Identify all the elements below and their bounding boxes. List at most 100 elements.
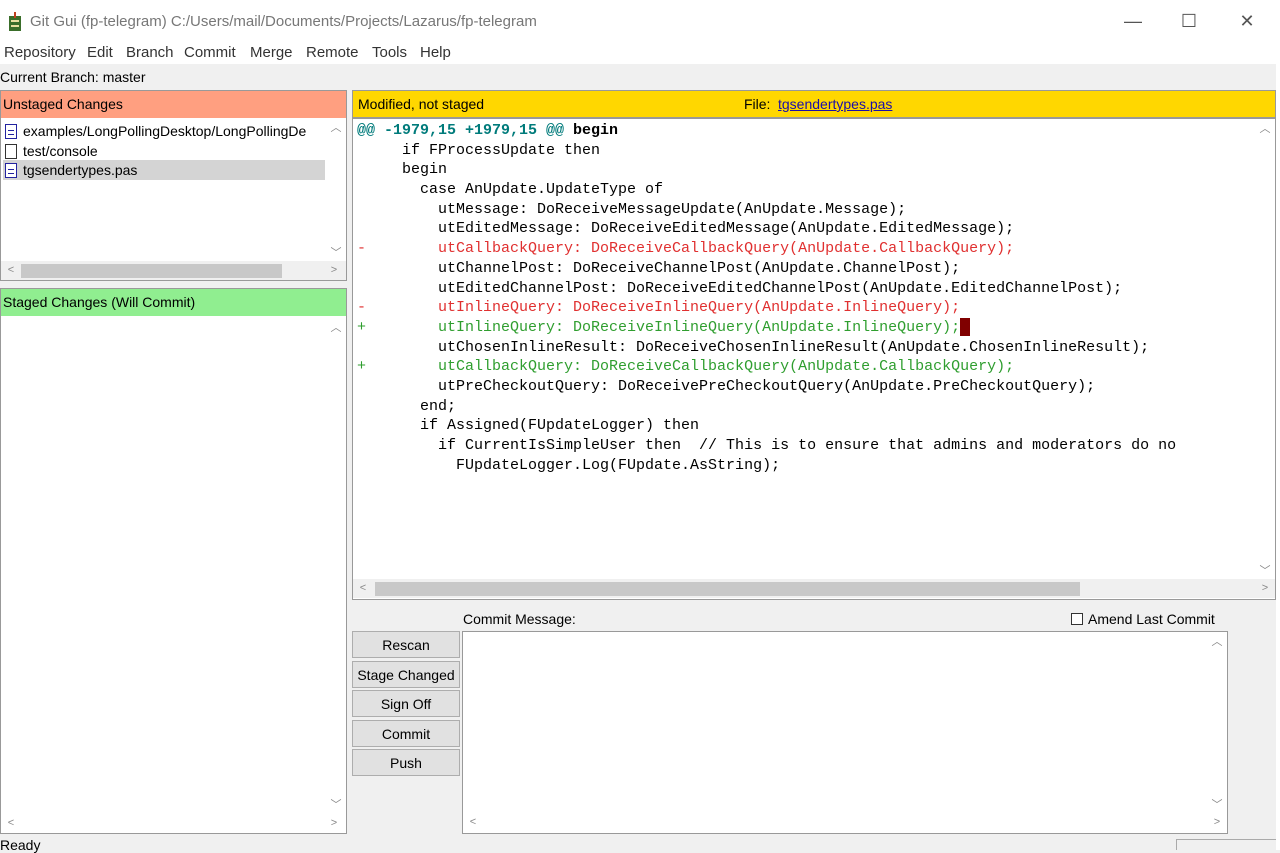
diff-line-code: begin [357,160,447,180]
diff-line-code: utCallbackQuery: DoReceiveCallbackQuery(… [357,239,1014,259]
unstaged-file-item[interactable]: examples/LongPollingDesktop/LongPollingD… [3,121,325,141]
scrollbar-thumb[interactable] [375,582,1080,596]
diff-line-text: utChannelPost: DoReceiveChannelPost(AnUp… [357,259,961,277]
scroll-up-icon[interactable]: ︿ [1255,119,1275,137]
scroll-left-icon[interactable]: < [1,814,21,832]
git-gui-app-icon [9,12,21,31]
diff-line-code: utInlineQuery: DoReceiveInlineQuery(AnUp… [357,317,971,338]
menu-merge[interactable]: Merge [250,44,293,61]
scroll-right-icon[interactable]: > [1207,813,1227,831]
diff-added-line: + utInlineQuery: DoReceiveInlineQuery(An… [357,317,1255,338]
resize-grip[interactable] [1176,839,1276,850]
diff-line-text: if CurrentIsSimpleUser then // This is t… [357,437,1177,454]
scroll-down-icon[interactable]: ﹀ [326,795,346,813]
amend-label: Amend Last Commit [1088,611,1215,627]
scroll-right-icon[interactable]: > [1255,579,1275,597]
modified-file-icon[interactable] [5,162,17,178]
diff-line-code: utEditedMessage: DoReceiveEditedMessage(… [357,219,1014,239]
close-icon[interactable]: ✕ [1224,6,1270,36]
diff-line-code: if Assigned(FUpdateLogger) then [357,416,699,436]
unstaged-vertical-scrollbar[interactable]: ︿ ﹀ [326,118,346,261]
menu-commit[interactable]: Commit [184,44,236,61]
diff-context-line: end; [357,397,1255,417]
diff-lines: @@ -1979,15 +1979,15 @@ begin if FProces… [357,121,1255,579]
menu-tools[interactable]: Tools [372,44,407,61]
sign-off-button[interactable]: Sign Off [352,690,460,717]
diff-added-line: + utCallbackQuery: DoReceiveCallbackQuer… [357,357,1255,377]
diff-horizontal-scrollbar[interactable]: < > [353,579,1275,598]
unstaged-horizontal-scrollbar[interactable]: < > [1,261,346,280]
minimize-icon[interactable]: — [1110,6,1156,36]
diff-line-code: case AnUpdate.UpdateType of [357,180,663,200]
diff-file-link[interactable]: tgsendertypes.pas [778,96,892,112]
diff-line-text: begin [357,161,448,179]
file-name: tgsendertypes.pas [23,162,138,178]
diff-view[interactable]: @@ -1979,15 +1979,15 @@ begin if FProces… [352,118,1276,600]
menu-repository[interactable]: Repository [4,44,76,61]
menu-remote[interactable]: Remote [306,44,359,61]
diff-context-line: utEditedChannelPost: DoReceiveEditedChan… [357,279,1255,299]
menu-bar: Repository Edit Branch Commit Merge Remo… [0,42,1280,64]
stage-changed-button[interactable]: Stage Changed [352,661,460,688]
unstaged-file-item-selected[interactable]: tgsendertypes.pas [3,160,325,180]
diff-line-code: utInlineQuery: DoReceiveInlineQuery(AnUp… [357,298,960,318]
menu-edit[interactable]: Edit [87,44,113,61]
file-name: examples/LongPollingDesktop/LongPollingD… [23,123,307,139]
scroll-left-icon[interactable]: < [353,579,373,597]
diff-line-text: if FProcessUpdate then [357,141,601,159]
scroll-up-icon[interactable]: ︿ [326,118,346,136]
scroll-up-icon[interactable]: ︿ [1207,632,1227,650]
diff-line-code: utMessage: DoReceiveMessageUpdate(AnUpda… [357,200,906,220]
staged-changes-pane: Staged Changes (Will Commit) ︿ ﹀ < > [0,288,347,834]
rescan-button[interactable]: Rescan [352,631,460,658]
diff-vertical-scrollbar[interactable]: ︿ ﹀ [1255,119,1275,579]
menu-help[interactable]: Help [420,44,451,61]
commit-message-input[interactable]: ︿ ﹀ < > [462,631,1228,834]
text-cursor [960,317,971,336]
commit-vertical-scrollbar[interactable]: ︿ ﹀ [1207,632,1227,813]
push-button[interactable]: Push [352,749,460,776]
diff-line-text: @@ -1979,15 +1979,15 @@ [357,122,574,139]
diff-line-text: utInlineQuery: DoReceiveInlineQuery(AnUp… [357,299,961,317]
scroll-down-icon[interactable]: ﹀ [1255,561,1275,579]
diff-header: Modified, not staged File: tgsendertypes… [352,90,1276,118]
commit-horizontal-scrollbar[interactable]: < > [463,813,1227,832]
staged-vertical-scrollbar[interactable]: ︿ ﹀ [326,318,346,813]
diff-context-line: if FProcessUpdate then [357,141,1255,161]
git-gui-window: Git Gui (fp-telegram) C:/Users/mail/Docu… [0,0,1280,852]
diff-line-code: utChosenInlineResult: DoReceiveChosenInl… [357,338,1149,358]
title-bar[interactable]: Git Gui (fp-telegram) C:/Users/mail/Docu… [0,0,1280,42]
commit-button[interactable]: Commit [352,720,460,747]
checkbox-icon[interactable] [1071,613,1083,625]
diff-context-line: utEditedMessage: DoReceiveEditedMessage(… [357,219,1255,239]
scroll-right-icon[interactable]: > [324,261,344,279]
status-bar: Ready [0,838,1280,852]
scroll-down-icon[interactable]: ﹀ [1207,795,1227,813]
scroll-left-icon[interactable]: < [463,813,483,831]
scrollbar-thumb[interactable] [21,264,282,278]
scroll-up-icon[interactable]: ︿ [326,318,346,336]
current-branch-label: Current Branch: master [0,69,146,85]
diff-line-code: @@ -1979,15 +1979,15 @@ begin [357,121,618,141]
diff-hunk-header: @@ -1979,15 +1979,15 @@ begin [357,121,1255,141]
amend-last-commit-checkbox[interactable]: Amend Last Commit [1071,611,1215,627]
diff-line-text: utCallbackQuery: DoReceiveCallbackQuery(… [357,240,1015,258]
diff-context-line: utPreCheckoutQuery: DoReceivePreCheckout… [357,377,1255,397]
scroll-left-icon[interactable]: < [1,261,21,279]
diff-line-text: utCallbackQuery: DoReceiveCallbackQuery(… [357,358,1015,376]
staged-horizontal-scrollbar[interactable]: < > [1,814,346,833]
untracked-file-icon[interactable] [5,143,17,159]
menu-branch[interactable]: Branch [126,44,174,61]
diff-line-text: case AnUpdate.UpdateType of [357,181,664,199]
maximize-icon[interactable]: ☐ [1166,6,1212,36]
window-title: Git Gui (fp-telegram) C:/Users/mail/Docu… [30,13,537,30]
unstaged-file-item[interactable]: test/console [3,141,325,161]
diff-context-line: case AnUpdate.UpdateType of [357,180,1255,200]
scroll-right-icon[interactable]: > [324,814,344,832]
unstaged-changes-pane: Unstaged Changes examples/LongPollingDes… [0,90,347,281]
diff-line-code: utPreCheckoutQuery: DoReceivePreCheckout… [357,377,1095,397]
modified-file-icon[interactable] [5,123,17,139]
diff-context-line: if CurrentIsSimpleUser then // This is t… [357,436,1255,456]
scroll-down-icon[interactable]: ﹀ [326,243,346,261]
diff-context-line: utMessage: DoReceiveMessageUpdate(AnUpda… [357,200,1255,220]
